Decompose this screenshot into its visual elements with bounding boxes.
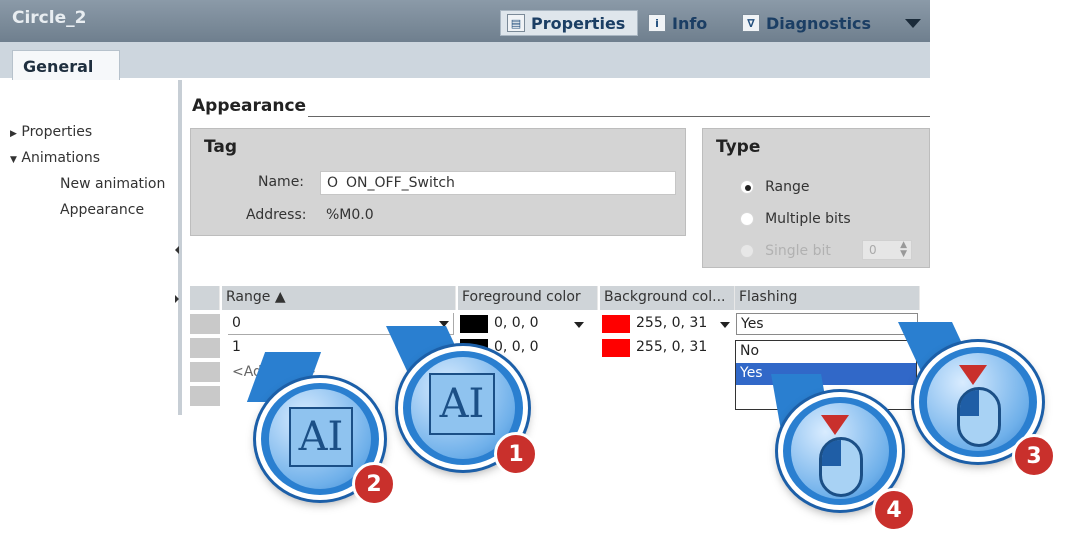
tab-properties[interactable]: ▤ Properties xyxy=(500,10,638,36)
properties-icon: ▤ xyxy=(507,14,525,32)
foreground-swatch[interactable] xyxy=(460,315,488,333)
tag-name-input[interactable]: O ON_OFF_Switch xyxy=(320,171,676,195)
type-option-range[interactable]: Range xyxy=(740,176,809,195)
flashing-combobox[interactable]: Yes xyxy=(736,313,918,335)
tab-general[interactable]: General xyxy=(12,50,120,80)
foreground-dropdown-icon[interactable] xyxy=(574,322,584,328)
address-label: Address: xyxy=(246,207,307,223)
spinner-arrows-icon: ▲ ▼ xyxy=(900,240,907,259)
sidebar-item-animations[interactable]: ▼ Animations xyxy=(10,150,100,166)
background-swatch[interactable] xyxy=(602,315,630,333)
section-divider xyxy=(308,116,930,117)
callout-badge-3: 3 xyxy=(1012,434,1056,478)
click-arrow-icon xyxy=(959,365,987,385)
radio-icon xyxy=(740,211,754,226)
mouse-left-button xyxy=(960,390,979,416)
range-value: 0 xyxy=(232,315,241,331)
column-header-background[interactable]: Background col... xyxy=(600,286,735,310)
column-header-range[interactable]: Range ▲ xyxy=(222,286,456,310)
sidebar-item-new-animation[interactable]: New animation xyxy=(60,176,176,192)
panel-menu-dropdown-icon[interactable] xyxy=(905,19,921,28)
table-corner xyxy=(190,286,220,310)
background-swatch[interactable] xyxy=(602,339,630,357)
type-option-single-bit: Single bit xyxy=(740,240,831,259)
background-dropdown-icon[interactable] xyxy=(720,322,730,328)
flashing-value: Yes xyxy=(741,316,764,332)
tag-name-value: ON_OFF_Switch xyxy=(346,175,455,191)
column-header-foreground[interactable]: Foreground color xyxy=(458,286,598,310)
row-header[interactable] xyxy=(190,338,220,358)
mouse-left-button xyxy=(822,440,841,466)
range-value[interactable]: 1 xyxy=(228,337,245,359)
dropdown-option-no[interactable]: No xyxy=(736,341,916,363)
column-header-flashing[interactable]: Flashing xyxy=(735,286,920,310)
type-group-title: Type xyxy=(716,137,761,157)
subtab-strip xyxy=(0,42,930,78)
tab-info-label: Info xyxy=(672,13,708,33)
type-option-label: Multiple bits xyxy=(765,211,851,227)
radio-selected-icon xyxy=(740,179,754,194)
tab-diagnostics[interactable]: ∇ Diagnostics xyxy=(742,10,871,36)
expanded-arrow-icon: ▼ xyxy=(10,155,17,165)
diagnostics-icon: ∇ xyxy=(742,14,760,32)
row-header[interactable] xyxy=(190,314,220,334)
tab-diagnostics-label: Diagnostics xyxy=(766,13,872,33)
info-icon: i xyxy=(648,14,666,32)
single-bit-value: 0 xyxy=(869,243,877,257)
tab-info[interactable]: i Info xyxy=(648,10,707,36)
background-value[interactable]: 255, 0, 31 xyxy=(632,313,711,335)
radio-disabled-icon xyxy=(740,243,754,258)
name-label: Name: xyxy=(258,174,305,190)
sidebar-item-label: Animations xyxy=(21,150,101,166)
mouse-left-click-icon xyxy=(957,387,1001,447)
row-header xyxy=(190,362,220,382)
collapsed-arrow-icon: ▶ xyxy=(10,129,17,139)
row-header xyxy=(190,386,220,406)
mouse-left-click-icon xyxy=(819,437,863,497)
text-cursor-icon: AⅠ xyxy=(429,373,495,435)
section-title: Appearance xyxy=(192,96,307,116)
callout-badge-4: 4 xyxy=(872,488,916,532)
tab-properties-label: Properties xyxy=(531,13,626,33)
click-arrow-icon xyxy=(821,415,849,435)
window-title: Circle_2 xyxy=(12,8,87,28)
collapse-left-icon[interactable] xyxy=(175,246,179,254)
text-cursor-icon: AⅠ xyxy=(289,407,353,467)
expand-right-icon[interactable] xyxy=(175,295,179,303)
sidebar-item-appearance[interactable]: Appearance xyxy=(60,202,144,218)
address-value: %M0.0 xyxy=(326,207,374,223)
sidebar-item-label: Properties xyxy=(21,124,93,140)
callout-badge-1: 1 xyxy=(494,432,538,476)
tag-name-prefix: O xyxy=(327,175,339,191)
type-option-multiple-bits[interactable]: Multiple bits xyxy=(740,208,851,227)
callout-badge-2: 2 xyxy=(352,462,396,506)
type-option-label: Range xyxy=(765,179,810,195)
single-bit-spinner: 0 ▲ ▼ xyxy=(862,240,912,260)
tag-group-title: Tag xyxy=(204,137,238,157)
dropdown-option-yes[interactable]: Yes xyxy=(736,363,916,385)
background-value[interactable]: 255, 0, 31 xyxy=(632,337,711,359)
type-option-label: Single bit xyxy=(765,243,831,259)
foreground-value[interactable]: 0, 0, 0 xyxy=(490,313,543,335)
sidebar-item-properties[interactable]: ▶ Properties xyxy=(10,124,92,140)
